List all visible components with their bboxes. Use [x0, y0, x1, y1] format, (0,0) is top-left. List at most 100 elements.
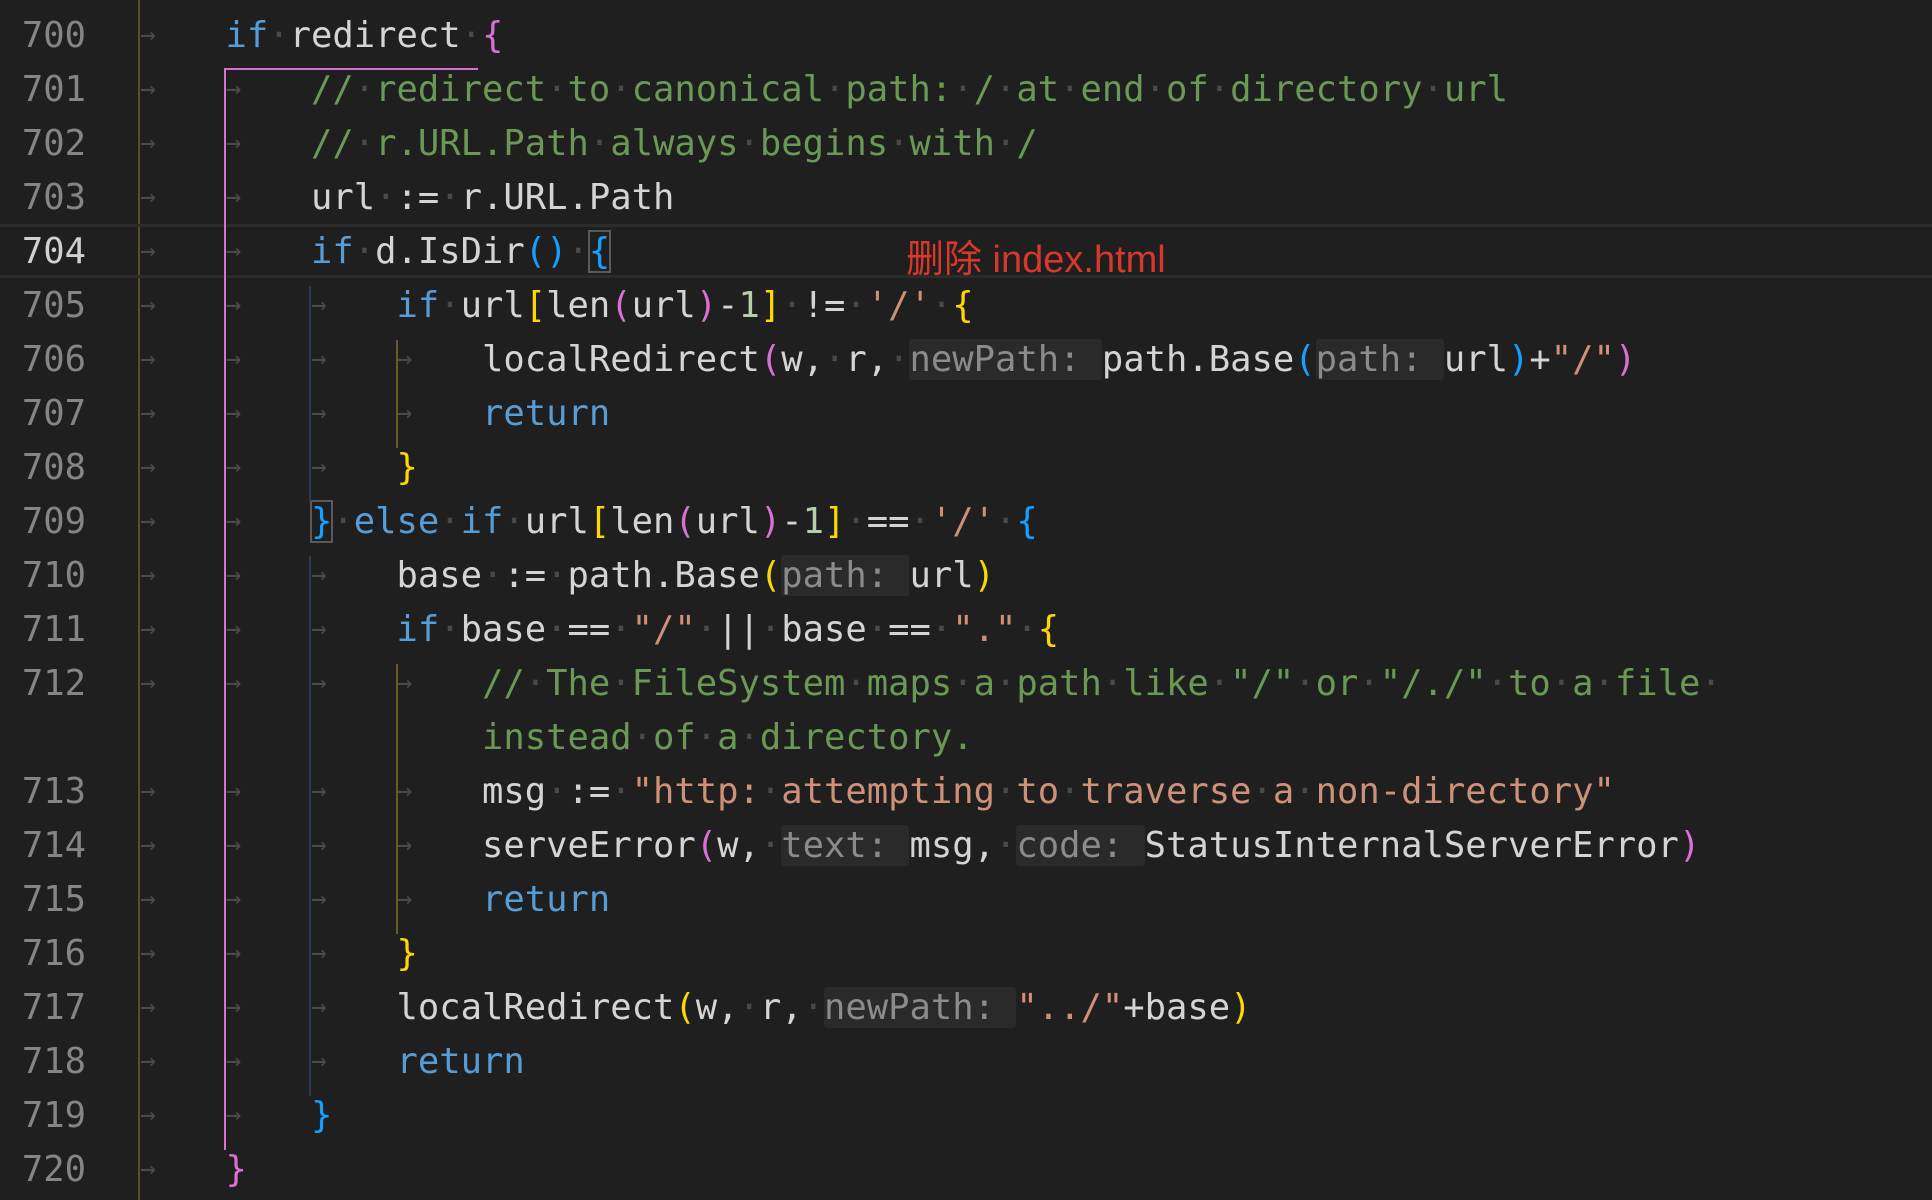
- space-whitespace-dot: [1059, 771, 1080, 812]
- inlay-hint: path:: [1315, 338, 1444, 380]
- code-text: }: [397, 447, 418, 488]
- code-line[interactable]: 703 → → url := r.URL.Path: [0, 170, 1932, 224]
- line-number[interactable]: 711: [0, 609, 86, 650]
- code-token: "http: attempting to traverse a non-dire…: [632, 771, 1615, 812]
- space-whitespace-dot: [546, 69, 567, 110]
- space-whitespace-dot: [439, 609, 460, 650]
- code-line[interactable]: 716 → → →}: [0, 926, 1932, 980]
- code-line[interactable]: 709→→} else if url[len(url)-1] == '/' {: [0, 494, 1932, 548]
- code-line[interactable]: 719 → →}: [0, 1088, 1932, 1142]
- code-line[interactable]: 708 → → →}: [0, 440, 1932, 494]
- tab-whitespace-icon: →: [225, 74, 242, 104]
- code-line[interactable]: 715 → → → → return: [0, 872, 1932, 926]
- code-token: [931, 285, 952, 326]
- space-whitespace-dot: [503, 501, 524, 542]
- space-whitespace-dot: [1294, 771, 1315, 812]
- code-line[interactable]: 705→→→if url[len(url)-1] != '/' {: [0, 278, 1932, 332]
- line-number[interactable]: 720: [0, 1149, 86, 1190]
- code-line[interactable]: 717 → → → localRedirect(w, r, newPath: "../"…: [0, 980, 1932, 1034]
- tab-whitespace-icon: →: [140, 74, 156, 104]
- code-line[interactable]: 718 → → → return: [0, 1034, 1932, 1088]
- tab-whitespace-icon: →: [140, 938, 156, 968]
- tab-whitespace-icon: →: [311, 668, 327, 698]
- code-token: return: [482, 392, 611, 434]
- code-line[interactable]: 714 → → → → serveError(w, text: msg, code: St…: [0, 818, 1932, 872]
- line-number[interactable]: 702: [0, 123, 86, 164]
- tab-whitespace-icon: →: [140, 1154, 156, 1184]
- line-number[interactable]: 718: [0, 1041, 86, 1082]
- inlay-hint: text:: [781, 824, 910, 866]
- line-number[interactable]: 715: [0, 879, 86, 920]
- space-whitespace-dot: [589, 123, 610, 164]
- code-line[interactable]: 702 → → // r.URL.Path always begins with /: [0, 116, 1932, 170]
- code-token: [: [524, 284, 547, 326]
- tab-whitespace-icon: →: [396, 884, 413, 914]
- tab-whitespace-icon: →: [225, 506, 242, 536]
- code-line[interactable]: 710 → → → base := path.Base(path: url): [0, 548, 1932, 602]
- code-line[interactable]: 700 → if redirect {: [0, 8, 1932, 62]
- code-token: {: [1037, 608, 1060, 650]
- line-number[interactable]: 703: [0, 177, 86, 218]
- line-number[interactable]: 707: [0, 393, 86, 434]
- code-line[interactable]: 706→→→→localRedirect(w, r, newPath: path…: [0, 332, 1932, 386]
- code-line[interactable]: 712 → → → → // The FileSystem maps a path lik…: [0, 656, 1932, 710]
- tab-whitespace-icon: →: [225, 668, 242, 698]
- line-number[interactable]: 701: [0, 69, 86, 110]
- line-number[interactable]: 713: [0, 771, 86, 812]
- tab-whitespace-icon: →: [140, 452, 156, 482]
- code-token: instead of a directory.: [482, 717, 974, 758]
- code-token: {: [952, 284, 974, 326]
- code-line[interactable]: 701 → → // redirect to canonical path: / at…: [0, 62, 1932, 116]
- space-whitespace-dot: [610, 609, 631, 650]
- indent-guide: [396, 340, 398, 448]
- code-text: if redirect {: [226, 15, 504, 56]
- code-token: if: [396, 284, 440, 326]
- code-token: // The FileSystem maps a path like "/" o…: [482, 663, 1722, 704]
- indent-guide: [309, 556, 311, 1096]
- line-number[interactable]: 716: [0, 933, 86, 974]
- code-token: // r.URL.Path always begins with /: [311, 123, 1038, 164]
- line-number[interactable]: 717: [0, 987, 86, 1028]
- code-line-wrapped[interactable]: instead of a directory.: [0, 710, 1932, 764]
- line-number[interactable]: 712: [0, 663, 86, 704]
- code-line[interactable]: 713 → → → → msg := "http: attempting to trave…: [0, 764, 1932, 818]
- code-text: if url[len(url)-1] != '/' {: [397, 285, 974, 326]
- space-whitespace-dot: [1551, 663, 1572, 704]
- line-number[interactable]: 710: [0, 555, 86, 596]
- space-whitespace-dot: [995, 825, 1016, 866]
- code-token: 1: [738, 284, 760, 326]
- space-whitespace-dot: [439, 177, 460, 218]
- code-editor[interactable]: 700→if redirect {701→→// redirect to can…: [0, 8, 1932, 1196]
- code-token: redirect: [268, 15, 482, 56]
- space-whitespace-dot: [760, 609, 781, 650]
- code-token: localRedirect: [396, 986, 675, 1028]
- line-number[interactable]: 705: [0, 285, 86, 326]
- tab-whitespace-icon: →: [225, 452, 242, 482]
- indent-guide: [396, 664, 398, 934]
- line-number[interactable]: 709: [0, 501, 86, 542]
- code-token: ): [759, 500, 782, 542]
- code-text: localRedirect(w, r, newPath: path.Base(p…: [482, 338, 1636, 380]
- line-number[interactable]: 700: [0, 15, 86, 56]
- code-token: '/': [930, 500, 995, 542]
- code-token: (: [759, 338, 782, 380]
- line-number[interactable]: 704: [0, 231, 86, 272]
- line-number[interactable]: 714: [0, 825, 86, 866]
- code-line[interactable]: 707 → → → → return: [0, 386, 1932, 440]
- code-token: ==: [845, 501, 931, 542]
- code-token: path.Base: [1101, 338, 1295, 380]
- code-token: ): [695, 284, 718, 326]
- code-text: base := path.Base(path: url): [397, 554, 995, 596]
- tab-whitespace-icon: →: [396, 344, 413, 374]
- tab-whitespace-icon: →: [225, 992, 242, 1022]
- code-line[interactable]: 711 → → → if base == "/" || base == "." {: [0, 602, 1932, 656]
- tab-whitespace-icon: →: [140, 182, 156, 212]
- code-line[interactable]: 720 →}: [0, 1142, 1932, 1196]
- space-whitespace-dot: [610, 663, 631, 704]
- line-number[interactable]: 708: [0, 447, 86, 488]
- code-token: // redirect to canonical path: / at end …: [311, 69, 1508, 110]
- tab-whitespace-icon: →: [140, 776, 156, 806]
- line-number[interactable]: 706: [0, 339, 86, 380]
- line-number[interactable]: 719: [0, 1095, 86, 1136]
- code-token: ): [1507, 338, 1530, 380]
